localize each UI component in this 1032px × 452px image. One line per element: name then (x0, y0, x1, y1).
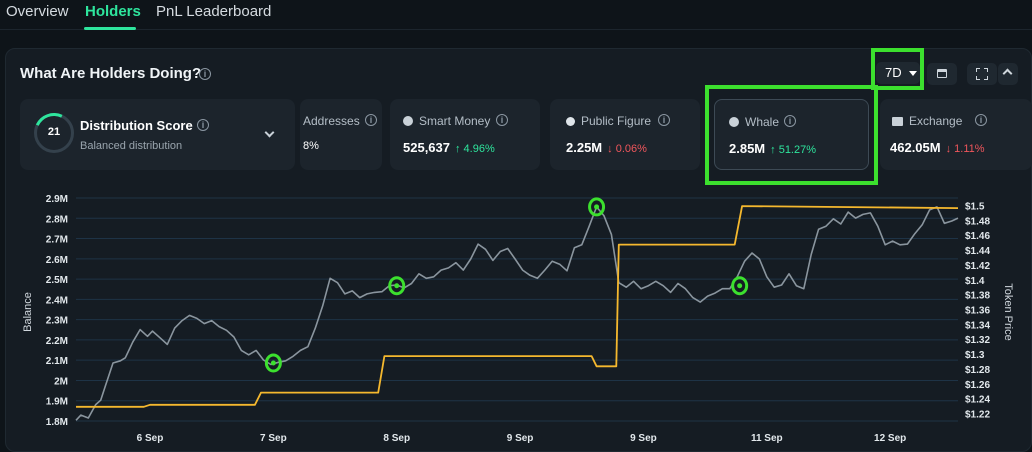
chevron-up-icon (1002, 68, 1013, 79)
tab-overview[interactable]: Overview (6, 3, 69, 20)
public-figure-card[interactable]: Public Figure i 2.25M ↓ 0.06% (550, 99, 700, 170)
exchange-label-row: Exchange (892, 114, 962, 128)
distribution-subtitle: Balanced distribution (80, 140, 183, 152)
distribution-score-card[interactable]: 21 Distribution Score i Balanced distrib… (20, 99, 295, 170)
score-value: 21 (47, 126, 61, 138)
smart-money-label-row: Smart Money (403, 114, 490, 128)
whale-label: Whale (745, 115, 780, 129)
time-range-value: 7D (885, 65, 902, 80)
addresses-value: 8% (303, 140, 319, 152)
addresses-card[interactable]: Addresses i 8% (300, 99, 382, 170)
info-icon[interactable]: i (496, 114, 508, 126)
public-figure-label-row: Public Figure (566, 114, 651, 128)
whale-value-row: 2.85M ↑ 51.27% (729, 141, 816, 156)
tab-bar: Overview Holders PnL Leaderboard (0, 0, 1032, 30)
info-icon[interactable]: i (784, 115, 796, 127)
smart-money-card[interactable]: Smart Money i 525,637 ↑ 4.96% (390, 99, 540, 170)
exchange-value-row: 462.05M ↓ 1.11% (890, 140, 985, 155)
tab-pnl-leaderboard[interactable]: PnL Leaderboard (156, 3, 271, 20)
whale-value: 2.85M (729, 141, 766, 156)
whale-card[interactable]: Whale i 2.85M ↑ 51.27% (714, 99, 869, 170)
tab-holders[interactable]: Holders (85, 3, 141, 20)
whale-change: ↑ 51.27% (770, 144, 817, 156)
collapse-button[interactable] (998, 63, 1018, 85)
info-icon[interactable]: i (199, 68, 211, 80)
smart-money-value-row: 525,637 ↑ 4.96% (403, 140, 495, 155)
public-figure-change: ↓ 0.06% (607, 143, 647, 155)
distribution-title: Distribution Score (80, 118, 193, 133)
whale-icon (729, 117, 739, 127)
public-figure-icon (566, 117, 575, 126)
smart-money-icon (403, 116, 413, 126)
active-tab-indicator (84, 27, 136, 30)
fullscreen-button[interactable] (967, 63, 997, 85)
exchange-change: ↓ 1.11% (945, 143, 985, 155)
smart-money-label: Smart Money (419, 114, 491, 128)
public-figure-value-row: 2.25M ↓ 0.06% (566, 140, 647, 155)
calendar-button[interactable] (927, 63, 957, 85)
public-figure-value: 2.25M (566, 140, 603, 155)
smart-money-change: ↑ 4.96% (455, 143, 495, 155)
calendar-icon (937, 69, 947, 78)
time-range-select[interactable]: 7D (876, 62, 920, 84)
whale-label-row: Whale (729, 115, 779, 129)
exchange-value: 462.05M (890, 140, 941, 155)
caret-down-icon (909, 71, 917, 76)
info-icon[interactable]: i (658, 114, 670, 126)
addresses-label: Addresses (303, 114, 360, 128)
info-icon[interactable]: i (365, 114, 377, 126)
card-title: What Are Holders Doing? (20, 65, 202, 82)
exchange-label: Exchange (909, 114, 963, 128)
info-icon[interactable]: i (975, 114, 987, 126)
fullscreen-icon (976, 68, 988, 80)
exchange-card[interactable]: Exchange i 462.05M ↓ 1.11% (880, 99, 1032, 170)
smart-money-value: 525,637 (403, 140, 450, 155)
chevron-down-icon[interactable] (264, 127, 275, 138)
info-icon[interactable]: i (197, 119, 209, 131)
public-figure-label: Public Figure (581, 114, 652, 128)
bank-icon (892, 117, 903, 126)
